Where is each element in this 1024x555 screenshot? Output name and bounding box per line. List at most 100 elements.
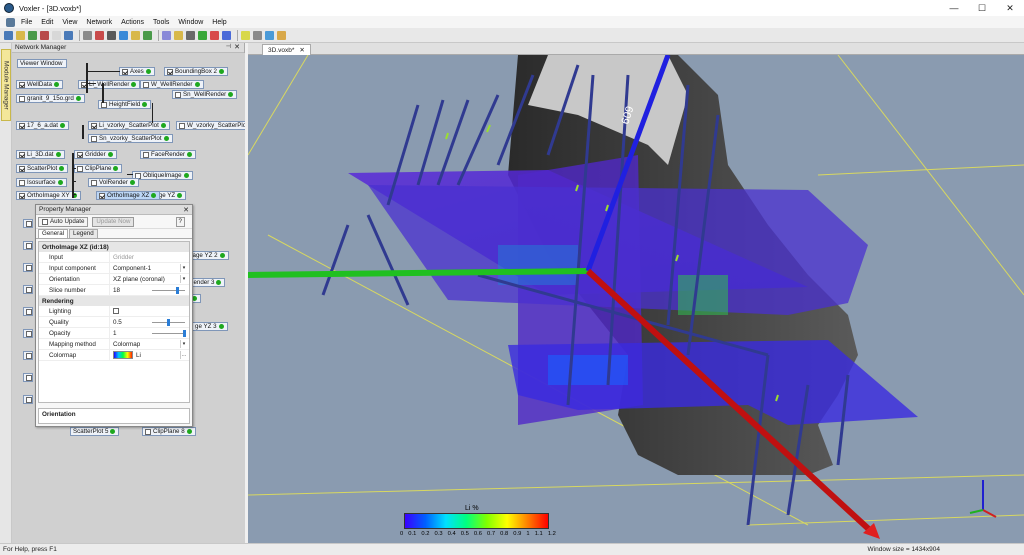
node-checkbox[interactable] (143, 151, 149, 158)
node-checkbox[interactable] (19, 192, 25, 199)
close-icon[interactable]: ✕ (299, 46, 304, 54)
node-port-icon[interactable] (75, 96, 81, 101)
node-port-icon[interactable] (145, 69, 151, 74)
network-node[interactable]: Li_vzorky_ScatterPlot (88, 121, 170, 130)
tab-legend[interactable]: Legend (69, 229, 98, 238)
network-node[interactable]: W_WellRender (140, 80, 204, 89)
node-checkbox[interactable] (77, 151, 83, 158)
property-slider[interactable] (152, 286, 185, 294)
close-button[interactable]: ✕ (996, 0, 1024, 16)
node-checkbox[interactable] (26, 264, 32, 271)
node-checkbox[interactable] (167, 68, 173, 75)
node-stub[interactable] (23, 241, 33, 250)
node-port-icon[interactable] (129, 180, 135, 185)
menu-file[interactable]: File (21, 19, 32, 26)
node-stub[interactable] (23, 351, 33, 360)
node-port-icon[interactable] (131, 82, 137, 87)
node-checkbox[interactable] (26, 330, 32, 337)
network-node[interactable]: Sn_WellRender (172, 90, 238, 99)
node-checkbox[interactable] (26, 396, 32, 403)
toolbar-button-18[interactable] (241, 30, 250, 40)
network-node[interactable]: W_vzorky_ScatterPlot (176, 121, 245, 130)
auto-update-button[interactable]: Auto Update (38, 216, 89, 227)
node-port-icon[interactable] (219, 253, 225, 258)
node-checkbox[interactable] (175, 91, 181, 98)
network-node[interactable]: 17_6_a.dat (16, 121, 69, 130)
network-node[interactable]: OrthoImage XZ (96, 191, 161, 200)
node-port-icon[interactable] (54, 82, 59, 87)
network-node[interactable]: granit_9_15o.grd (16, 94, 85, 103)
node-checkbox[interactable] (19, 81, 25, 88)
property-value[interactable]: XZ plane (coronal) ▾ (109, 273, 189, 285)
toolbar-button-2[interactable] (28, 30, 37, 40)
network-node[interactable]: Li_3D.dat (16, 150, 65, 159)
node-checkbox[interactable] (91, 135, 97, 142)
property-value[interactable]: 0.5 (109, 316, 189, 328)
update-now-button[interactable]: Update Now (92, 216, 135, 227)
property-value[interactable]: 1 (109, 327, 189, 339)
menu-help[interactable]: Help (212, 19, 226, 26)
node-checkbox[interactable] (77, 165, 83, 172)
node-checkbox[interactable] (99, 192, 105, 199)
node-checkbox[interactable] (26, 308, 32, 315)
menu-network[interactable]: Network (86, 19, 112, 26)
node-checkbox[interactable] (91, 179, 97, 186)
network-node[interactable]: Axes (119, 67, 155, 76)
property-slider[interactable] (152, 318, 185, 326)
property-value[interactable]: 18 (109, 284, 189, 296)
menu-edit[interactable]: Edit (41, 19, 53, 26)
help-button[interactable]: ? (175, 216, 185, 227)
node-checkbox[interactable] (143, 81, 149, 88)
maximize-button[interactable]: ☐ (968, 0, 996, 16)
node-port-icon[interactable] (218, 69, 224, 74)
toolbar-button-6[interactable] (83, 30, 92, 40)
toolbar-button-1[interactable] (16, 30, 25, 40)
toolbar-button-20[interactable] (265, 30, 274, 40)
network-node[interactable]: ClipPlane 8 (142, 427, 196, 436)
toolbar-button-10[interactable] (131, 30, 140, 40)
minimize-button[interactable]: — (940, 0, 968, 16)
node-stub[interactable] (23, 329, 33, 338)
network-node[interactable]: ScatterPlot (16, 164, 69, 173)
toolbar-button-15[interactable] (198, 30, 207, 40)
module-manager-tab[interactable]: Module Manager (1, 49, 11, 121)
toolbar-button-3[interactable] (40, 30, 49, 40)
pin-icon[interactable]: ⊣ (226, 43, 231, 50)
network-node[interactable]: ScatterPlot 5 (70, 427, 120, 436)
node-stub[interactable] (23, 219, 33, 228)
node-port-icon[interactable] (186, 429, 192, 434)
property-value[interactable]: Component-1 ▾ (109, 262, 189, 274)
network-node[interactable]: WellData (16, 80, 63, 89)
close-icon[interactable]: ✕ (183, 206, 189, 214)
slider-handle[interactable] (176, 286, 180, 294)
network-node[interactable]: FaceRender (140, 150, 197, 159)
node-port-icon[interactable] (59, 166, 65, 171)
node-checkbox[interactable] (19, 165, 25, 172)
toolbar-button-8[interactable] (107, 30, 116, 40)
node-checkbox[interactable] (26, 374, 32, 381)
chevron-down-icon[interactable]: ▾ (180, 263, 187, 272)
toolbar-button-0[interactable] (4, 30, 13, 40)
node-checkbox[interactable] (26, 352, 32, 359)
network-node[interactable]: BoundingBox 2 (164, 67, 228, 76)
network-node[interactable]: ClipPlane (74, 164, 123, 173)
toolbar-button-4[interactable] (52, 30, 61, 40)
lighting-checkbox[interactable] (113, 308, 119, 314)
node-port-icon[interactable] (55, 152, 61, 157)
node-stub[interactable] (23, 285, 33, 294)
network-node[interactable]: OrthoImage XY (16, 191, 81, 200)
toolbar-button-5[interactable] (64, 30, 73, 40)
menu-actions[interactable]: Actions (121, 19, 144, 26)
tab-3d-view[interactable]: 3D.voxb* ✕ (262, 44, 311, 55)
auto-update-checkbox[interactable] (42, 218, 48, 225)
node-port-icon[interactable] (183, 173, 189, 178)
node-checkbox[interactable] (26, 242, 32, 249)
network-node[interactable]: ge YZ 3 (192, 322, 228, 331)
node-port-icon[interactable] (192, 296, 198, 301)
node-stub[interactable] (23, 307, 33, 316)
node-checkbox[interactable] (19, 122, 25, 129)
node-port-icon[interactable] (177, 193, 183, 198)
toolbar-button-7[interactable] (95, 30, 104, 40)
node-port-icon[interactable] (57, 180, 63, 185)
network-node[interactable]: HeightField (98, 100, 152, 109)
